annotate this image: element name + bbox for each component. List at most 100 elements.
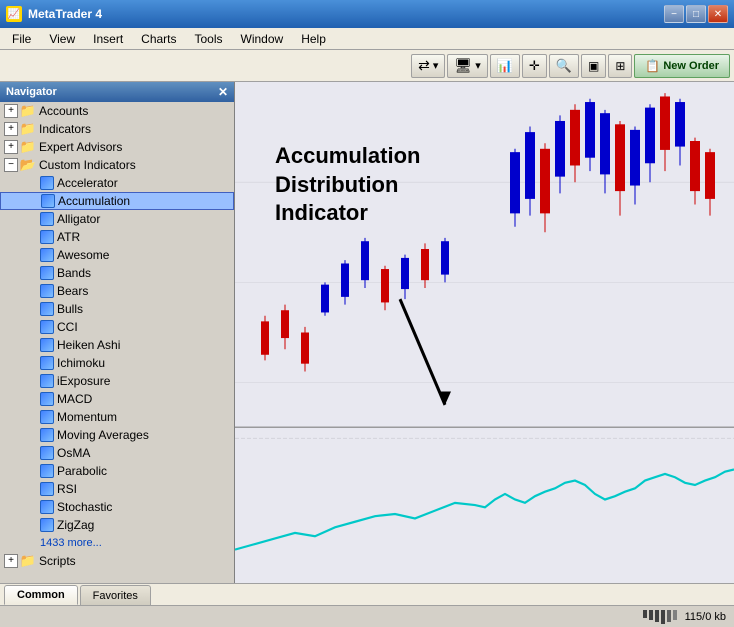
indicator-icon-heiken-ashi — [40, 338, 54, 352]
menu-insert[interactable]: Insert — [85, 30, 131, 48]
accelerator-label: Accelerator — [57, 176, 118, 190]
tree-item-heiken-ashi[interactable]: Heiken Ashi — [0, 336, 234, 354]
toolbar-btn-4[interactable]: ✛ — [522, 54, 547, 78]
maximize-button[interactable]: □ — [686, 5, 706, 23]
indicator-icon-accelerator — [40, 176, 54, 190]
menu-charts[interactable]: Charts — [133, 30, 184, 48]
navigator-title: Navigator — [6, 86, 57, 98]
expand-accounts[interactable]: + — [4, 104, 18, 118]
title-bar-buttons: − □ ✕ — [664, 5, 728, 23]
accounts-label: Accounts — [39, 104, 88, 118]
tree-item-moving-averages[interactable]: Moving Averages — [0, 426, 234, 444]
tree-item-zigzag[interactable]: ZigZag — [0, 516, 234, 534]
tree-item-alligator[interactable]: Alligator — [0, 210, 234, 228]
annotation-line3: Indicator — [275, 199, 420, 228]
indicator-icon-bears — [40, 284, 54, 298]
navigator-header: Navigator ✕ — [0, 82, 234, 102]
tree-item-rsi[interactable]: RSI — [0, 480, 234, 498]
menu-bar: File View Insert Charts Tools Window Hel… — [0, 28, 734, 50]
order-icon: 📋 — [645, 59, 660, 73]
expand-indicators[interactable]: + — [4, 122, 18, 136]
main-content: Navigator ✕ + 📁 Accounts + 📁 Indicators — [0, 82, 734, 583]
annotation-line1: Accumulation — [275, 142, 420, 171]
indicator-icon-moving-averages — [40, 428, 54, 442]
moving-averages-label: Moving Averages — [57, 428, 149, 442]
tree-item-cci[interactable]: CCI — [0, 318, 234, 336]
tree-item-iexposure[interactable]: iExposure — [0, 372, 234, 390]
indicator-icon-bulls — [40, 302, 54, 316]
bottom-tabs: Common Favorites — [0, 583, 734, 605]
menu-tools[interactable]: Tools — [187, 30, 231, 48]
bulls-label: Bulls — [57, 302, 83, 316]
expand-ea[interactable]: + — [4, 140, 18, 154]
tree-expert-advisors[interactable]: + 📁 Expert Advisors — [0, 138, 234, 156]
tree-item-osma[interactable]: OsMA — [0, 444, 234, 462]
tree-scripts[interactable]: + 📁 Scripts — [0, 552, 234, 570]
indicator-icon-parabolic — [40, 464, 54, 478]
expand-scripts[interactable]: + — [4, 554, 18, 568]
tree-item-bands[interactable]: Bands — [0, 264, 234, 282]
tab-favorites[interactable]: Favorites — [80, 585, 151, 605]
chart-icon: 📊 — [497, 58, 513, 74]
app-icon: 📈 — [6, 6, 22, 22]
tree-item-accelerator[interactable]: Accelerator — [0, 174, 234, 192]
indicator-icon-momentum — [40, 410, 54, 424]
osma-label: OsMA — [57, 446, 90, 460]
title-bar: 📈 MetaTrader 4 − □ ✕ — [0, 0, 734, 28]
indicator-icon-awesome — [40, 248, 54, 262]
tree-indicators[interactable]: + 📁 Indicators — [0, 120, 234, 138]
tree-accounts[interactable]: + 📁 Accounts — [0, 102, 234, 120]
tree-custom-indicators[interactable]: − 📂 Custom Indicators — [0, 156, 234, 174]
toolbar-btn-5[interactable]: 🔍 — [549, 54, 579, 78]
macd-label: MACD — [57, 392, 92, 406]
indicator-icon-ichimoku — [40, 356, 54, 370]
tree-item-accumulation[interactable]: Accumulation — [0, 192, 234, 210]
close-button[interactable]: ✕ — [708, 5, 728, 23]
tab-common-label: Common — [17, 589, 65, 601]
indicator-icon-atr — [40, 230, 54, 244]
menu-file[interactable]: File — [4, 30, 39, 48]
tree-item-momentum[interactable]: Momentum — [0, 408, 234, 426]
navigator-panel: Navigator ✕ + 📁 Accounts + 📁 Indicators — [0, 82, 235, 583]
tree-item-parabolic[interactable]: Parabolic — [0, 462, 234, 480]
tree-item-bulls[interactable]: Bulls — [0, 300, 234, 318]
menu-help[interactable]: Help — [293, 30, 334, 48]
indicators-folder-icon: 📁 — [20, 121, 36, 137]
zoom-icon: 🔍 — [556, 58, 572, 74]
crosshair-icon: ✛ — [529, 58, 540, 74]
grid-icon: ⊞ — [615, 59, 625, 73]
toolbar-btn-6[interactable]: ▣ — [581, 54, 606, 78]
expand-custom[interactable]: − — [4, 158, 18, 172]
custom-indicators-label: Custom Indicators — [39, 158, 136, 172]
bears-label: Bears — [57, 284, 88, 298]
tree-item-stochastic[interactable]: Stochastic — [0, 498, 234, 516]
cci-label: CCI — [57, 320, 78, 334]
new-order-label: New Order — [663, 60, 719, 72]
file-size-label: 115/0 kb — [685, 611, 726, 623]
minimize-button[interactable]: − — [664, 5, 684, 23]
new-order-button[interactable]: 📋 New Order — [634, 54, 730, 78]
tab-common[interactable]: Common — [4, 585, 78, 605]
nav-tree-content[interactable]: + 📁 Accounts + 📁 Indicators + 📁 Expert A… — [0, 102, 234, 583]
tree-item-bears[interactable]: Bears — [0, 282, 234, 300]
tree-item-awesome[interactable]: Awesome — [0, 246, 234, 264]
navigator-close-button[interactable]: ✕ — [218, 85, 228, 99]
atr-label: ATR — [57, 230, 80, 244]
tree-item-more[interactable]: 1433 more... — [0, 534, 234, 552]
indicator-icon-osma — [40, 446, 54, 460]
tree-item-macd[interactable]: MACD — [0, 390, 234, 408]
monitor-icon: 🖥 — [454, 57, 472, 74]
menu-view[interactable]: View — [41, 30, 83, 48]
tree-item-atr[interactable]: ATR — [0, 228, 234, 246]
indicator-icon-accumulation — [41, 194, 55, 208]
tree-item-ichimoku[interactable]: Ichimoku — [0, 354, 234, 372]
toolbar-btn-7[interactable]: ⊞ — [608, 54, 632, 78]
menu-window[interactable]: Window — [233, 30, 292, 48]
toolbar-btn-2[interactable]: 🖥 ▾ — [447, 54, 487, 78]
ichimoku-label: Ichimoku — [57, 356, 105, 370]
toolbar-btn-3[interactable]: 📊 — [490, 54, 520, 78]
tab-favorites-label: Favorites — [93, 590, 138, 602]
indicators-label: Indicators — [39, 122, 91, 136]
indicator-icon-rsi — [40, 482, 54, 496]
toolbar-btn-1[interactable]: ⇄ ▾ — [411, 54, 445, 78]
